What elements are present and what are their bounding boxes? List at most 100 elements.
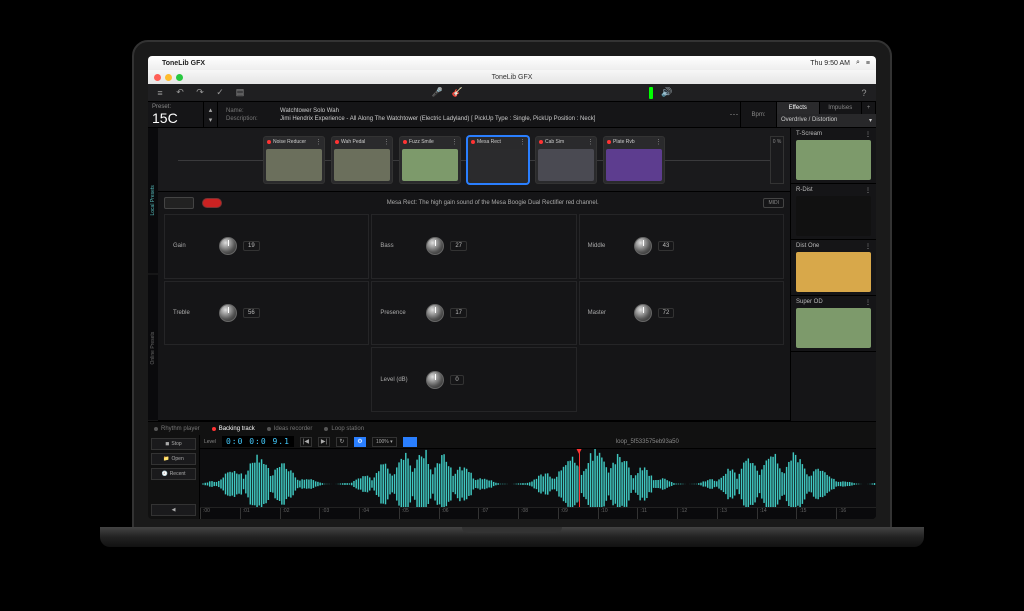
open-button[interactable]: 📁Open: [151, 453, 196, 465]
knob-value[interactable]: 17: [450, 308, 467, 318]
close-window-button[interactable]: [154, 74, 161, 81]
tab-ideas-recorder[interactable]: Ideas recorder: [267, 426, 313, 432]
effect-power-switch[interactable]: [202, 198, 222, 208]
list-icon[interactable]: ▤: [234, 87, 246, 99]
menubar-menu-icon[interactable]: ≡: [866, 60, 870, 67]
pedal-mesa-rect[interactable]: Mesa Rect⋮: [467, 136, 529, 184]
tab-impulses[interactable]: Impulses: [820, 102, 863, 114]
preset-description[interactable]: Jimi Hendrix Experience - All Along The …: [280, 116, 595, 122]
undo-icon[interactable]: ↶: [174, 87, 186, 99]
pedal-menu-icon[interactable]: ⋮: [451, 138, 458, 146]
tab-backing-track[interactable]: Backing track: [212, 426, 255, 432]
knob-value[interactable]: 27: [450, 241, 467, 251]
fx-item-t-scream[interactable]: T-Scream⋮: [791, 128, 876, 184]
tab-loop-station[interactable]: Loop station: [324, 426, 364, 432]
volume-icon[interactable]: 🔊: [661, 87, 673, 99]
knob-dial[interactable]: [634, 304, 652, 322]
ruler-tick: :11: [637, 508, 677, 519]
knob-dial[interactable]: [219, 304, 237, 322]
description-label: Description:: [226, 116, 266, 122]
recent-button[interactable]: 🕘Recent: [151, 468, 196, 480]
knob-value[interactable]: 43: [658, 241, 675, 251]
knob-value[interactable]: 0: [450, 375, 463, 385]
pedal-plate-rvb[interactable]: Plate Rvb⋮: [603, 136, 665, 184]
zoom-select[interactable]: 100% ▾: [372, 437, 397, 447]
spotlight-icon[interactable]: ⌕: [856, 59, 860, 67]
preset-down-button[interactable]: ▾: [209, 116, 213, 124]
effect-category-select[interactable]: Overdrive / Distortion▾: [777, 114, 876, 127]
input-level-meter: [649, 87, 653, 99]
playhead[interactable]: [579, 449, 580, 507]
knob-gain: Gain19: [164, 214, 369, 279]
bottom-tabs: Rhythm player Backing track Ideas record…: [148, 421, 876, 435]
minimize-window-button[interactable]: [165, 74, 172, 81]
mic-icon[interactable]: 🎤: [431, 87, 443, 99]
pedal-menu-icon[interactable]: ⋮: [315, 138, 322, 146]
menu-icon[interactable]: ≡: [154, 87, 166, 99]
fx-item-menu-icon[interactable]: ⋮: [865, 299, 871, 306]
knob-bass: Bass27: [371, 214, 576, 279]
app-menu-name[interactable]: ToneLib GFX: [162, 60, 205, 67]
track-filename: loop_5f533575eb93a50: [423, 439, 872, 445]
fx-item-dist-one[interactable]: Dist One⋮: [791, 240, 876, 296]
knob-dial[interactable]: [426, 371, 444, 389]
knob-value[interactable]: 19: [243, 241, 260, 251]
ruler-tick: :05: [399, 508, 439, 519]
ruler-tick: :04: [359, 508, 399, 519]
pedal-menu-icon[interactable]: ⋮: [587, 138, 594, 146]
bpm-label[interactable]: Bpm:: [751, 112, 765, 118]
preset-number: 15C: [152, 110, 178, 126]
zoom-window-button[interactable]: [176, 74, 183, 81]
preset-up-button[interactable]: ▴: [209, 106, 213, 114]
midi-button[interactable]: MIDI: [763, 198, 784, 208]
pedal-fuzz-smile[interactable]: Fuzz Smile⋮: [399, 136, 461, 184]
waveform-display[interactable]: :00:01:02:03:04:05:06:07:08:09:10:11:12:…: [200, 449, 876, 519]
fx-item-menu-icon[interactable]: ⋮: [865, 131, 871, 138]
help-icon[interactable]: ?: [858, 87, 870, 99]
fx-item-menu-icon[interactable]: ⋮: [865, 243, 871, 250]
tab-online-presets[interactable]: Online Presets: [148, 275, 158, 422]
pedal-wah-pedal[interactable]: Wah Pedal⋮: [331, 136, 393, 184]
pedal-menu-icon[interactable]: ⋮: [519, 138, 526, 146]
pedal-menu-icon[interactable]: ⋮: [655, 138, 662, 146]
check-icon[interactable]: ✓: [214, 87, 226, 99]
tab-add[interactable]: +: [862, 102, 876, 114]
marker-a-button[interactable]: [403, 437, 417, 447]
fx-item-super-od[interactable]: Super OD⋮: [791, 296, 876, 352]
pedal-cab-sim[interactable]: Cab Sim⋮: [535, 136, 597, 184]
window-titlebar: ToneLib GFX: [148, 70, 876, 84]
knob-dial[interactable]: [634, 237, 652, 255]
preset-header: Preset: 15C ▴ ▾ Name: Watchtower Solo Wa…: [148, 102, 876, 128]
knob-dial[interactable]: [426, 304, 444, 322]
output-meter[interactable]: 0 %: [770, 136, 784, 184]
knob-dial[interactable]: [426, 237, 444, 255]
ruler-tick: :15: [796, 508, 836, 519]
prev-marker-button[interactable]: ◀: [151, 504, 196, 516]
preset-name[interactable]: Watchtower Solo Wah: [280, 108, 339, 114]
time-ruler[interactable]: :00:01:02:03:04:05:06:07:08:09:10:11:12:…: [200, 507, 876, 519]
loop-icon[interactable]: ↻: [336, 437, 348, 447]
settings-icon[interactable]: ⚙: [354, 437, 366, 447]
pedal-noise-reducer[interactable]: Noise Reducer⋮: [263, 136, 325, 184]
ruler-tick: :14: [757, 508, 797, 519]
effect-detail-panel: Mesa Rect: The high gain sound of the Me…: [158, 192, 790, 421]
guitar-icon[interactable]: 🎸: [451, 87, 463, 99]
knob-value[interactable]: 72: [658, 308, 675, 318]
ruler-tick: :09: [558, 508, 598, 519]
redo-icon[interactable]: ↷: [194, 87, 206, 99]
knob-middle: Middle43: [579, 214, 784, 279]
knob-dial[interactable]: [219, 237, 237, 255]
knob-value[interactable]: 56: [243, 308, 260, 318]
tab-effects[interactable]: Effects: [777, 102, 820, 114]
fx-item-menu-icon[interactable]: ⋮: [865, 187, 871, 194]
fx-item-r-dist[interactable]: R-Dist⋮: [791, 184, 876, 240]
skip-end-icon[interactable]: ▶|: [318, 437, 330, 447]
ruler-tick: :10: [598, 508, 638, 519]
tab-local-presets[interactable]: Local Presets: [148, 128, 158, 275]
tab-rhythm-player[interactable]: Rhythm player: [154, 426, 200, 432]
pedal-menu-icon[interactable]: ⋮: [383, 138, 390, 146]
skip-start-icon[interactable]: |◀: [300, 437, 312, 447]
stop-button[interactable]: ◼Stop: [151, 438, 196, 450]
more-icon[interactable]: ⋯: [728, 109, 740, 121]
window-title: ToneLib GFX: [492, 74, 533, 81]
